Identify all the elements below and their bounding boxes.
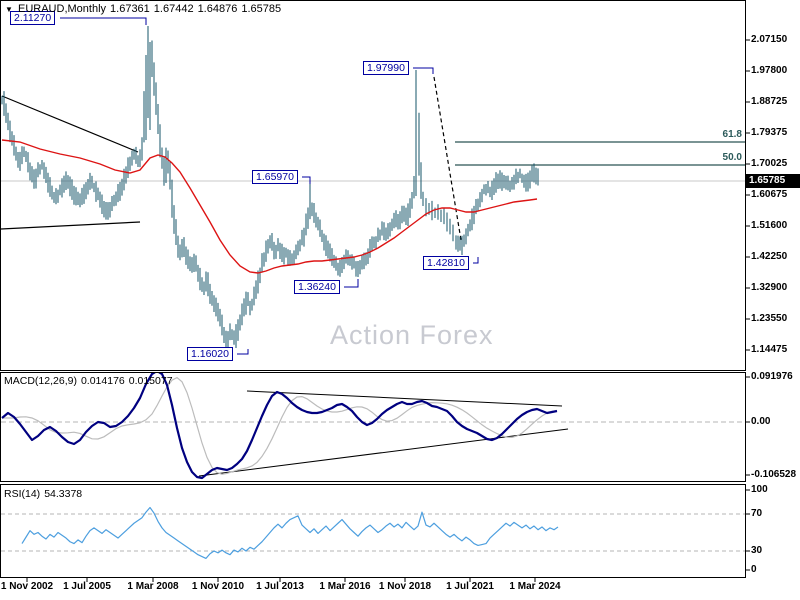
fib-level-label: 61.8 bbox=[722, 129, 742, 140]
ohlc-open: 1.67361 bbox=[110, 3, 150, 15]
price-axis-label: 1.88725 bbox=[751, 96, 788, 107]
macd-value-signal: 0.015077 bbox=[128, 375, 173, 387]
price-callout: 1.65970 bbox=[252, 170, 298, 184]
macd-axis-label: 0.00 bbox=[751, 416, 771, 427]
rsi-value: 54.3378 bbox=[44, 488, 83, 500]
price-axis-label: 1.60675 bbox=[751, 189, 788, 200]
time-axis-label: 1 Jul 2021 bbox=[446, 581, 494, 592]
price-callout: 1.16020 bbox=[187, 347, 233, 361]
price-axis-label: 1.23550 bbox=[751, 313, 788, 324]
price-axis-label: 1.51600 bbox=[751, 220, 788, 231]
fib-level-label: 50.0 bbox=[722, 152, 742, 163]
time-axis-label: 1 Jul 2005 bbox=[63, 581, 111, 592]
time-axis-label: 1 Jul 2013 bbox=[256, 581, 304, 592]
price-callout: 1.97990 bbox=[363, 61, 409, 75]
symbol-period-label: EURAUD,Monthly bbox=[18, 3, 107, 15]
current-price-badge: 1.65785 bbox=[746, 174, 800, 188]
macd-axis-label: 0.091976 bbox=[751, 371, 793, 382]
price-callout: 1.36240 bbox=[294, 280, 340, 294]
ohlc-high: 1.67442 bbox=[153, 3, 194, 15]
chart-canvas[interactable] bbox=[0, 0, 800, 600]
rsi-axis-label: 70 bbox=[751, 508, 763, 519]
rsi-axis-label: 0 bbox=[751, 564, 757, 575]
time-axis-label: 1 Mar 2008 bbox=[127, 581, 179, 592]
symbol-dropdown-icon[interactable]: ▼ bbox=[5, 5, 13, 14]
price-axis-label: 1.70025 bbox=[751, 158, 788, 169]
macd-indicator-label: MACD(12,26,9) 0.014176 0.015077 bbox=[4, 375, 173, 387]
price-axis-label: 1.42250 bbox=[751, 251, 788, 262]
ohlc-close: 1.65785 bbox=[241, 3, 282, 15]
price-axis-label: 1.14475 bbox=[751, 344, 788, 355]
trading-chart-window: { "colors":{ "bar":"#16556a","ma":"#dd14… bbox=[0, 0, 800, 600]
time-axis-label: 1 Mar 2016 bbox=[319, 581, 371, 592]
time-axis-label: 1 Nov 2010 bbox=[191, 581, 245, 592]
price-callout: 1.42810 bbox=[423, 256, 469, 270]
time-axis-label: 1 Nov 2002 bbox=[0, 581, 54, 592]
rsi-axis-label: 100 bbox=[751, 484, 768, 495]
macd-value-main: 0.014176 bbox=[80, 375, 125, 387]
chart-header: EURAUD,Monthly 1.67361 1.67442 1.64876 1.657… bbox=[18, 3, 285, 15]
time-axis-label: 1 Nov 2018 bbox=[378, 581, 432, 592]
price-axis-label: 1.97800 bbox=[751, 65, 788, 76]
macd-axis-label: -0.106528 bbox=[751, 469, 797, 480]
ohlc-low: 1.64876 bbox=[197, 3, 238, 15]
price-axis-label: 1.79375 bbox=[751, 127, 788, 138]
time-axis-label: 1 Mar 2024 bbox=[509, 581, 561, 592]
price-axis-label: 2.07150 bbox=[751, 34, 788, 45]
rsi-axis-label: 30 bbox=[751, 545, 763, 556]
price-axis-label: 1.32900 bbox=[751, 282, 788, 293]
rsi-indicator-label: RSI(14) 54.3378 bbox=[4, 488, 83, 500]
